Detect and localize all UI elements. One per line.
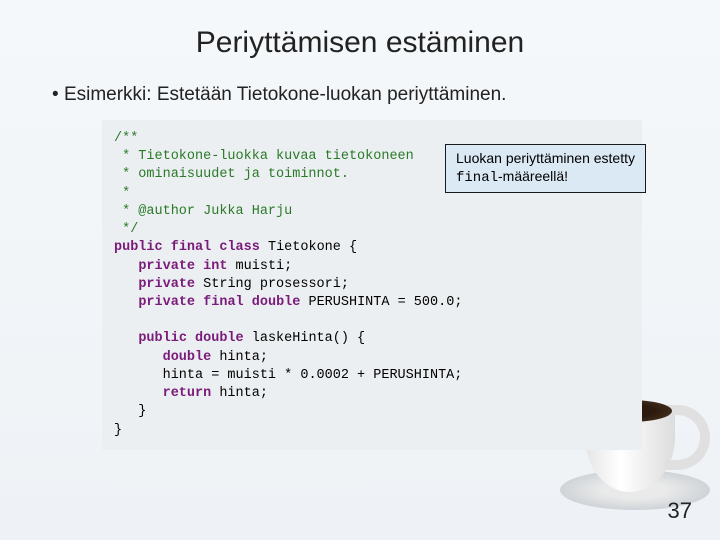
callout-line1: Luokan periyttäminen estetty <box>456 150 635 166</box>
code-block-wrapper: Luokan periyttäminen estetty final-määre… <box>102 120 642 450</box>
page-number: 37 <box>668 498 692 524</box>
slide-title: Periyttämisen estäminen <box>48 26 672 60</box>
callout-note: Luokan periyttäminen estetty final-määre… <box>445 144 646 193</box>
callout-code: final <box>456 170 498 186</box>
slide: Periyttämisen estäminen Esimerkki: Estet… <box>0 0 720 540</box>
bullet-example: Esimerkki: Estetään Tietokone-luokan per… <box>48 84 672 106</box>
callout-line2: -määreellä! <box>498 168 568 184</box>
